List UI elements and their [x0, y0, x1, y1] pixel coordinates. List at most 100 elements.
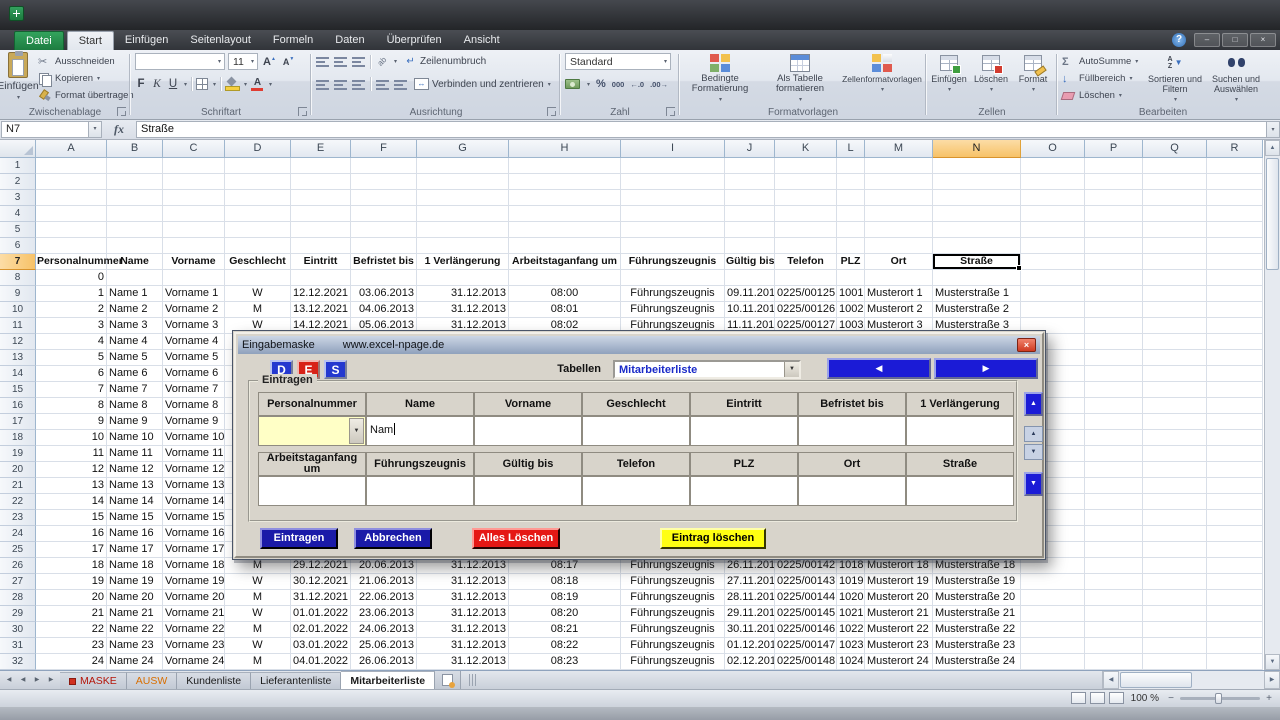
grid-cell-J2[interactable] [725, 174, 775, 190]
grid-cell-E6[interactable] [291, 238, 351, 254]
grid-cell-C24[interactable]: Vorname 16 [163, 526, 225, 542]
grid-cell-B17[interactable]: Name 9 [107, 414, 163, 430]
grid-cell-H27[interactable]: 08:18 [509, 574, 621, 590]
column-header-O[interactable]: O [1021, 140, 1085, 158]
column-header-I[interactable]: I [621, 140, 725, 158]
grid-cell-H7[interactable]: Arbeitstaganfang um [509, 254, 621, 270]
grid-cell-F8[interactable] [351, 270, 417, 286]
grid-cell-C15[interactable]: Vorname 7 [163, 382, 225, 398]
row-header-22[interactable]: 22 [0, 494, 36, 510]
grid-cell-A5[interactable] [36, 222, 107, 238]
grid-cell-J8[interactable] [725, 270, 775, 286]
ribbon-tab-start[interactable]: Start [67, 31, 114, 50]
normal-view-icon[interactable] [1071, 692, 1086, 704]
grid-cell-G31[interactable]: 31.12.2013 [417, 638, 509, 654]
minimize-button[interactable]: – [1194, 33, 1220, 47]
formula-bar-expand-icon[interactable]: ▾ [1266, 121, 1280, 138]
grid-cell-R22[interactable] [1207, 494, 1263, 510]
underline-button[interactable]: U [167, 78, 179, 90]
align-top-icon[interactable] [316, 56, 329, 67]
grid-cell-N5[interactable] [933, 222, 1021, 238]
grid-cell-Q10[interactable] [1143, 302, 1207, 318]
grid-cell-C13[interactable]: Vorname 5 [163, 350, 225, 366]
align-middle-icon[interactable] [334, 56, 347, 67]
grid-cell-M8[interactable] [865, 270, 933, 286]
grid-cell-F31[interactable]: 25.06.2013 [351, 638, 417, 654]
alles-loeschen-button[interactable]: Alles Löschen [472, 528, 560, 549]
grid-cell-B18[interactable]: Name 10 [107, 430, 163, 446]
grid-cell-N1[interactable] [933, 158, 1021, 174]
grid-cell-D27[interactable]: W [225, 574, 291, 590]
grid-cell-A7[interactable]: Personalnummer [36, 254, 107, 270]
column-header-Q[interactable]: Q [1143, 140, 1207, 158]
form-input-telefon[interactable] [582, 476, 690, 506]
grid-cell-R31[interactable] [1207, 638, 1263, 654]
grid-cell-E9[interactable]: 12.12.2021 [291, 286, 351, 302]
grid-cell-G10[interactable]: 31.12.2013 [417, 302, 509, 318]
grid-cell-C22[interactable]: Vorname 14 [163, 494, 225, 510]
grid-cell-D28[interactable]: M [225, 590, 291, 606]
grid-cell-M6[interactable] [865, 238, 933, 254]
grid-cell-P15[interactable] [1085, 382, 1143, 398]
grid-cell-R1[interactable] [1207, 158, 1263, 174]
grid-cell-H3[interactable] [509, 190, 621, 206]
align-bottom-icon[interactable] [352, 56, 365, 67]
grid-cell-Q15[interactable] [1143, 382, 1207, 398]
row-header-1[interactable]: 1 [0, 158, 36, 174]
grid-cell-I28[interactable]: Führungszeugnis [621, 590, 725, 606]
zoom-in-button[interactable]: + [1264, 693, 1274, 704]
grid-cell-P28[interactable] [1085, 590, 1143, 606]
grid-cell-H29[interactable]: 08:20 [509, 606, 621, 622]
help-icon[interactable]: ? [1172, 33, 1186, 47]
grid-cell-A28[interactable]: 20 [36, 590, 107, 606]
grid-cell-R18[interactable] [1207, 430, 1263, 446]
grid-cell-C21[interactable]: Vorname 13 [163, 478, 225, 494]
grid-cell-Q13[interactable] [1143, 350, 1207, 366]
grid-cell-B22[interactable]: Name 14 [107, 494, 163, 510]
grid-cell-O32[interactable] [1021, 654, 1085, 670]
grid-cell-F29[interactable]: 23.06.2013 [351, 606, 417, 622]
grid-cell-D8[interactable] [225, 270, 291, 286]
grid-cell-A19[interactable]: 11 [36, 446, 107, 462]
grid-cell-F2[interactable] [351, 174, 417, 190]
grid-cell-H32[interactable]: 08:23 [509, 654, 621, 670]
form-input-arbeitstaganfang-um[interactable] [258, 476, 366, 506]
grid-cell-Q24[interactable] [1143, 526, 1207, 542]
grid-cell-M32[interactable]: Musterort 24 [865, 654, 933, 670]
grid-cell-E2[interactable] [291, 174, 351, 190]
grid-cell-L9[interactable]: 1001 [837, 286, 865, 302]
grid-cell-O5[interactable] [1021, 222, 1085, 238]
delete-cells-button[interactable]: Löschen ▾ [971, 52, 1011, 112]
grid-cell-R2[interactable] [1207, 174, 1263, 190]
grid-cell-M5[interactable] [865, 222, 933, 238]
row-header-31[interactable]: 31 [0, 638, 36, 654]
grid-cell-J10[interactable]: 10.11.2013 [725, 302, 775, 318]
grid-cell-A18[interactable]: 10 [36, 430, 107, 446]
grid-cell-R25[interactable] [1207, 542, 1263, 558]
grid-cell-Q16[interactable] [1143, 398, 1207, 414]
name-box-dropdown-icon[interactable]: ▾ [89, 121, 102, 138]
number-format-select[interactable]: Standard▾ [565, 53, 671, 70]
grid-cell-B8[interactable] [107, 270, 163, 286]
grid-cell-A11[interactable]: 3 [36, 318, 107, 334]
grid-cell-J30[interactable]: 30.11.2013 [725, 622, 775, 638]
next-sheet-button[interactable]: ▶ [31, 674, 43, 687]
form-input-befristet-bis[interactable] [798, 416, 906, 446]
row-header-19[interactable]: 19 [0, 446, 36, 462]
paste-button[interactable]: Einfügen ▾ [2, 52, 34, 110]
grid-cell-J32[interactable]: 02.12.2013 [725, 654, 775, 670]
grid-cell-B25[interactable]: Name 17 [107, 542, 163, 558]
column-header-G[interactable]: G [417, 140, 509, 158]
grid-cell-C29[interactable]: Vorname 21 [163, 606, 225, 622]
row-header-11[interactable]: 11 [0, 318, 36, 334]
grid-cell-K6[interactable] [775, 238, 837, 254]
column-header-N[interactable]: N [933, 140, 1021, 158]
grid-cell-D26[interactable]: M [225, 558, 291, 574]
grid-cell-C14[interactable]: Vorname 6 [163, 366, 225, 382]
grid-cell-K4[interactable] [775, 206, 837, 222]
grid-cell-R26[interactable] [1207, 558, 1263, 574]
grid-cell-A8[interactable]: 0 [36, 270, 107, 286]
column-header-L[interactable]: L [837, 140, 865, 158]
grid-cell-B10[interactable]: Name 2 [107, 302, 163, 318]
grid-cell-K26[interactable]: 0225/00142 [775, 558, 837, 574]
